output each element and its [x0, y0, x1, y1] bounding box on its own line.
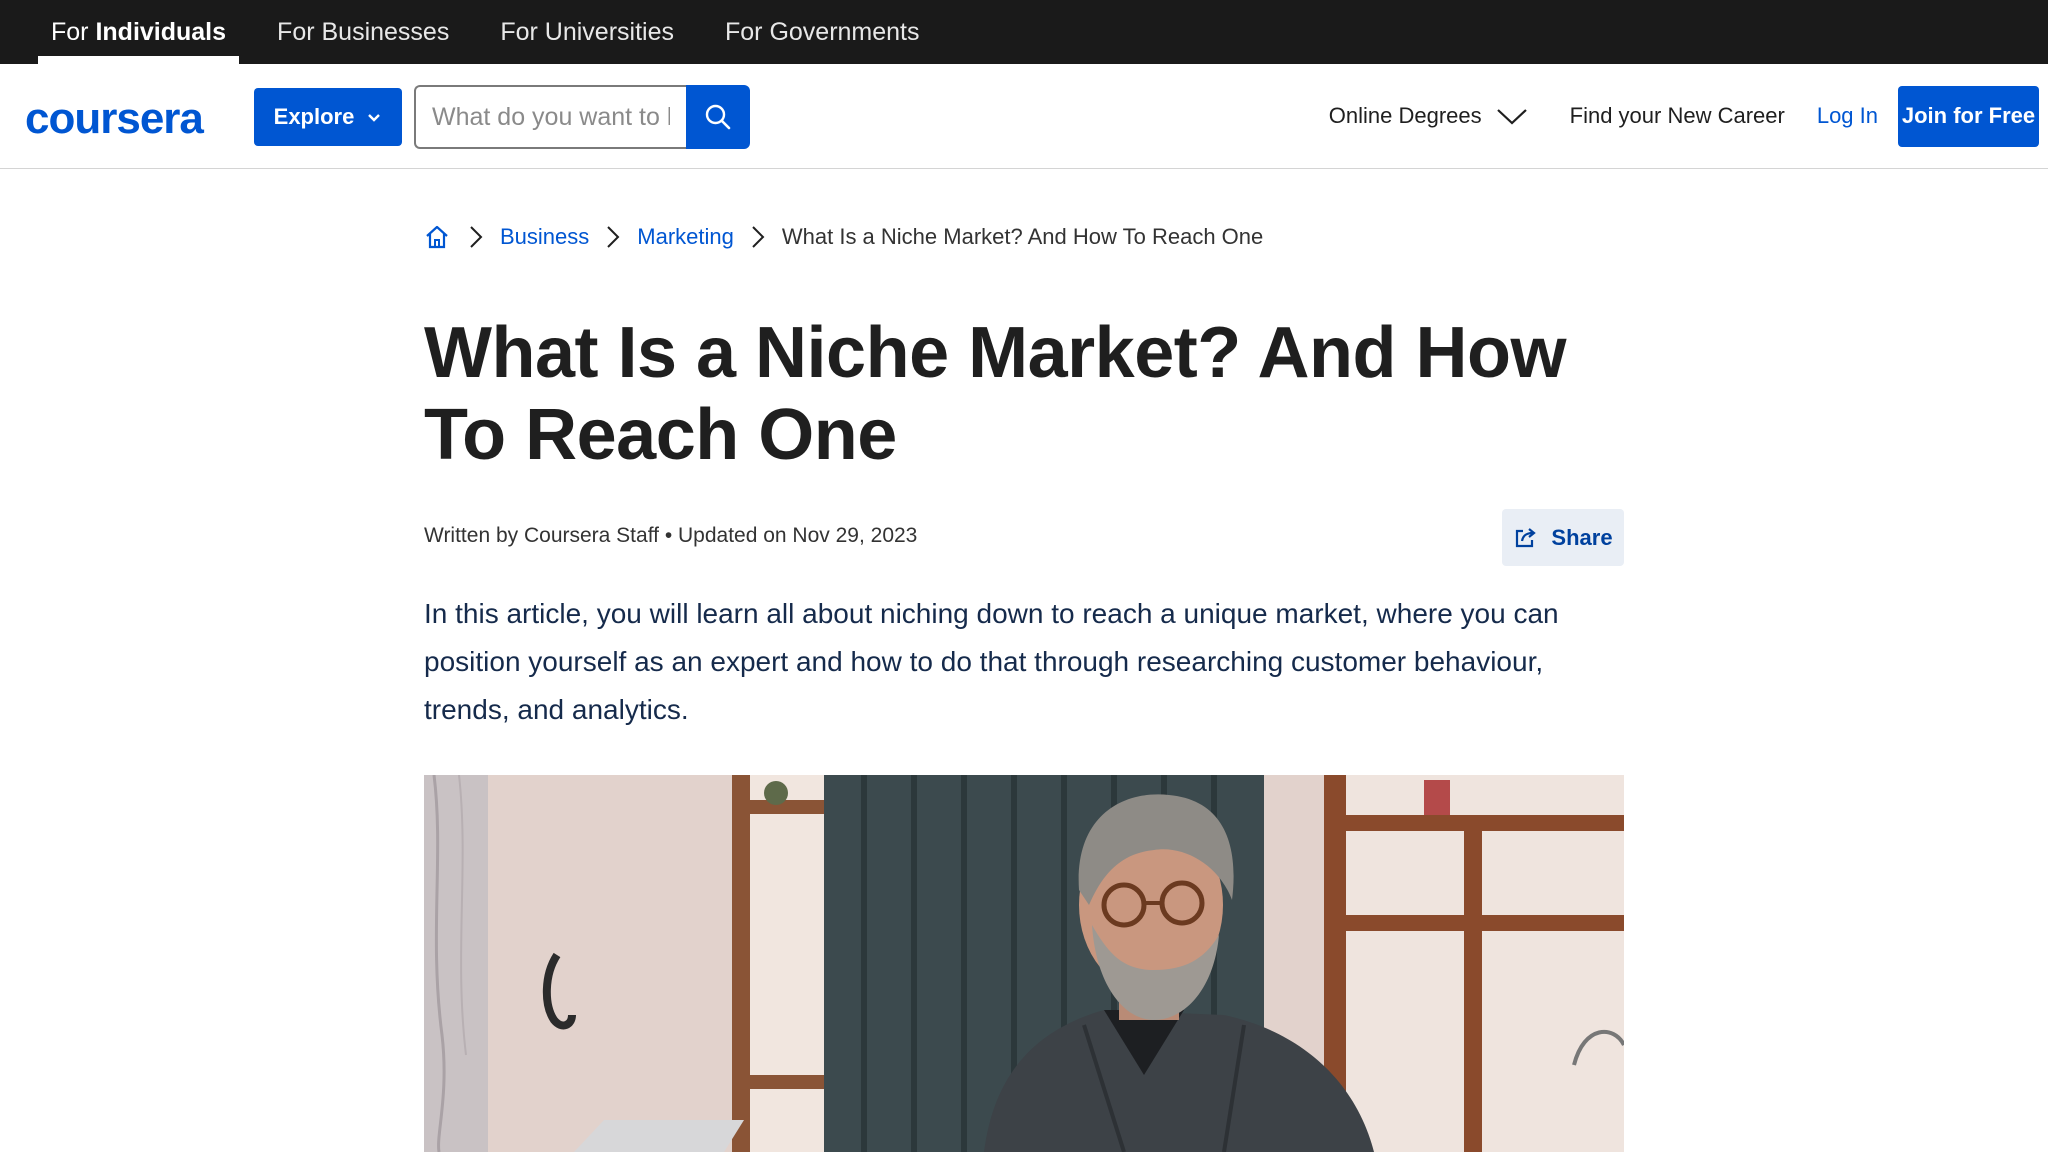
explore-button[interactable]: Explore [254, 88, 402, 146]
chevron-down-icon [1496, 109, 1527, 125]
online-degrees-label: Online Degrees [1328, 103, 1482, 128]
search-icon [705, 104, 731, 130]
search-button[interactable] [686, 85, 750, 149]
explore-label: Explore [273, 104, 355, 129]
breadcrumb-business[interactable]: Business [500, 224, 589, 250]
share-icon [1516, 527, 1537, 547]
find-career-link[interactable]: Find your New Career [1570, 103, 1785, 129]
tab-universities[interactable]: For Universities [487, 0, 687, 64]
breadcrumb-marketing[interactable]: Marketing [637, 224, 734, 250]
article-meta: Written by Coursera Staff • Updated on N… [424, 524, 918, 547]
chevron-down-icon [368, 114, 381, 122]
breadcrumb-separator-icon [734, 225, 782, 249]
tab-governments[interactable]: For Governments [712, 0, 933, 64]
home-link[interactable] [424, 224, 452, 250]
tab-businesses[interactable]: For Businesses [264, 0, 462, 64]
home-icon [426, 225, 448, 249]
breadcrumb-current: What Is a Niche Market? And How To Reach… [781, 224, 1264, 249]
tab-businesses-label: For Businesses [277, 17, 450, 46]
tab-individuals[interactable]: For Individuals [38, 0, 240, 64]
online-degrees-menu[interactable]: Online Degrees [1329, 103, 1528, 129]
main-header: coursera Explore Online Degrees Find you… [0, 64, 2048, 169]
breadcrumb: Business Marketing What Is a Niche Marke… [424, 220, 1263, 254]
coursera-logo[interactable]: coursera [25, 94, 204, 144]
breadcrumb-separator-icon [452, 225, 500, 249]
tab-individuals-label: Individuals [95, 17, 227, 46]
share-label: Share [1551, 524, 1613, 550]
tab-individuals-prefix: For [51, 17, 89, 46]
hero-image [424, 775, 1624, 1152]
search-bar [414, 85, 750, 149]
header-nav: Online Degrees Find your New Career Log … [1329, 64, 2048, 168]
share-button[interactable]: Share [1502, 509, 1624, 566]
article-intro: In this article, you will learn all abou… [424, 598, 1559, 725]
tab-universities-label: For Universities [500, 17, 674, 46]
tab-governments-label: For Governments [725, 17, 920, 46]
login-link[interactable]: Log In [1817, 103, 1878, 129]
page-title: What Is a Niche Market? And How To Reach… [424, 313, 1566, 475]
breadcrumb-separator-icon [589, 225, 637, 249]
audience-bar: For Individuals For Businesses For Unive… [0, 0, 2048, 64]
join-button[interactable]: Join for Free [1898, 85, 2039, 147]
search-input[interactable] [414, 85, 686, 149]
